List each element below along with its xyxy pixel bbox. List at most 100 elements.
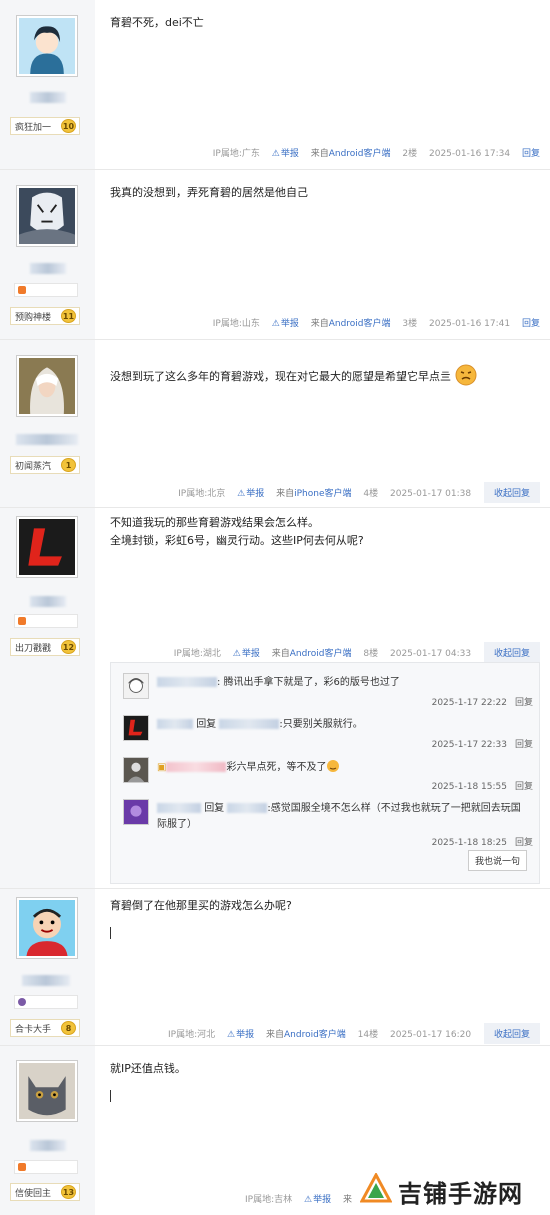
post-content: 育碧不死，dei不亡: [110, 14, 204, 32]
smug-face-emoji-icon: [327, 760, 340, 772]
sub-reply-time: 2025-1-17 22:33 回复: [431, 740, 533, 750]
content-line: 全境封锁，彩虹6号，幽灵行动。这些IP何去何从呢?: [110, 534, 364, 547]
tiger-warrior-avatar-icon: [19, 188, 75, 244]
level-title: 初闻蒸汽: [15, 462, 52, 472]
anime-girl-avatar-icon[interactable]: [123, 673, 149, 699]
ip-location: IP属地:湖北: [173, 649, 221, 659]
level-badge: 合卡大手 8: [10, 1019, 80, 1037]
angry-face-emoji-icon: [455, 364, 476, 386]
report-link[interactable]: ⚠举报: [272, 319, 299, 329]
avatar[interactable]: [16, 897, 78, 959]
sub-reply-link[interactable]: 回复: [515, 782, 533, 792]
game-controller-icon: [18, 286, 26, 294]
avatar[interactable]: [16, 1060, 78, 1122]
collapse-replies-button[interactable]: 收起回复: [483, 642, 540, 663]
author-panel: 初闻蒸汽 1: [0, 340, 95, 507]
fan-badge-icon: ▣: [157, 762, 167, 773]
collapse-replies-button[interactable]: 收起回复: [483, 482, 540, 503]
user-icons-row: [14, 1160, 78, 1174]
source-label: 来自Android客户端: [271, 649, 352, 659]
reply-link[interactable]: 回复: [522, 149, 540, 159]
content-line: 育碧倒了在他那里买的游戏怎么办呢?: [110, 899, 292, 912]
post-time: 2025-01-16 17:41: [429, 319, 511, 329]
username-blurred[interactable]: [166, 762, 227, 772]
post-content: 没想到玩了这么多年的育碧游戏，现在对它最大的愿望是希望它早点亖: [110, 364, 477, 386]
username-blurred[interactable]: [157, 677, 217, 687]
post-floor-3: 预购神楼 11 我真的没想到，弄死育碧的居然是他自己 IP属地:山东 ⚠举报 来…: [0, 170, 550, 340]
username-blurred[interactable]: [227, 803, 268, 813]
level-title: 预购神楼: [15, 313, 52, 323]
username-blurred[interactable]: [30, 92, 66, 103]
post-meta: IP属地:吉林 ⚠举报 来: [236, 1192, 352, 1205]
username-blurred[interactable]: [30, 1140, 66, 1151]
sub-reply-link[interactable]: 回复: [515, 698, 533, 708]
floor-number: 2楼: [402, 149, 418, 159]
source-label: 来自Android客户端: [310, 149, 391, 159]
medal-icon: [18, 998, 26, 1006]
floor-number: 14楼: [357, 1030, 379, 1040]
report-link[interactable]: ⚠举报: [233, 649, 260, 659]
post-content: 就IP还值点钱。: [110, 1060, 186, 1108]
content-line: 就IP还值点钱。: [110, 1062, 186, 1075]
sub-reply-link[interactable]: 回复: [515, 740, 533, 750]
red-l-logo-avatar-icon[interactable]: [123, 715, 149, 741]
level-badge: 初闻蒸汽 1: [10, 456, 80, 474]
post-time: 2025-01-17 01:38: [390, 489, 472, 499]
post-content: 不知道我玩的那些育碧游戏结果会怎么样。 全境封锁，彩虹6号，幽灵行动。这些IP何…: [110, 514, 364, 550]
username-blurred[interactable]: [30, 263, 66, 274]
author-panel: 预购神楼 11: [0, 170, 95, 339]
post-time: 2025-01-17 04:33: [390, 649, 472, 659]
level-badge: 信使回主 13: [10, 1183, 80, 1201]
report-link[interactable]: ⚠举报: [227, 1030, 254, 1040]
ip-location: IP属地:北京: [178, 489, 226, 499]
level-number: 8: [61, 1021, 76, 1035]
client-link[interactable]: Android客户端: [284, 1030, 346, 1040]
source-label: 来自iPhone客户端: [276, 489, 352, 499]
avatar[interactable]: [16, 355, 78, 417]
add-comment-button[interactable]: 我也说一句: [467, 850, 527, 871]
game-controller-icon: [18, 1163, 26, 1171]
site-logo-icon: [360, 1173, 392, 1203]
reply-link[interactable]: 回复: [522, 319, 540, 329]
ip-location: IP属地:河北: [168, 1030, 216, 1040]
grey-cat-avatar-icon: [19, 1063, 75, 1119]
source-label: 来自Android客户端: [265, 1030, 346, 1040]
post-time: 2025-01-17 16:20: [390, 1030, 472, 1040]
text-cursor: [110, 927, 111, 939]
avatar[interactable]: [16, 15, 78, 77]
level-badge: 出刀戳戳 12: [10, 638, 80, 656]
level-badge: 预购神楼 11: [10, 307, 80, 325]
post-meta: IP属地:河北 ⚠举报 来自Android客户端 14楼 2025-01-17 …: [159, 1023, 540, 1044]
knight-avatar-icon[interactable]: [123, 757, 149, 783]
collapse-replies-button[interactable]: 收起回复: [483, 1023, 540, 1044]
post-meta: IP属地:湖北 ⚠举报 来自Android客户端 8楼 2025-01-17 0…: [165, 642, 540, 663]
user-icons-row: [14, 283, 78, 297]
report-link[interactable]: ⚠举报: [237, 489, 264, 499]
post-floor-2: 疯狂加一 10 育碧不死，dei不亡 IP属地:广东 ⚠举报 来自Android…: [0, 0, 550, 170]
level-number: 1: [61, 458, 76, 472]
username-blurred[interactable]: [16, 434, 78, 445]
username-blurred[interactable]: [219, 719, 280, 729]
level-title: 出刀戳戳: [15, 644, 52, 654]
sub-reply-link[interactable]: 回复: [515, 838, 533, 848]
post-meta: IP属地:广东 ⚠举报 来自Android客户端 2楼 2025-01-16 1…: [204, 146, 540, 159]
avatar[interactable]: [16, 185, 78, 247]
client-link[interactable]: Android客户端: [329, 149, 391, 159]
purple-mascot-avatar-icon[interactable]: [123, 799, 149, 825]
user-icons-row: [14, 614, 78, 628]
veiled-woman-avatar-icon: [19, 358, 75, 414]
client-link[interactable]: iPhone客户端: [294, 489, 351, 499]
author-panel: 合卡大手 8: [0, 889, 95, 1045]
username-blurred[interactable]: [157, 719, 193, 729]
username-blurred[interactable]: [157, 803, 201, 813]
client-link[interactable]: Android客户端: [329, 319, 391, 329]
ip-location: IP属地:山东: [212, 319, 260, 329]
report-link[interactable]: ⚠举报: [304, 1195, 331, 1205]
client-link[interactable]: Android客户端: [290, 649, 352, 659]
avatar[interactable]: [16, 516, 78, 578]
report-link[interactable]: ⚠举报: [272, 149, 299, 159]
username-blurred[interactable]: [22, 975, 70, 986]
sub-reply-text: 回复 :只要别关服就行。: [157, 717, 527, 733]
username-blurred[interactable]: [30, 596, 66, 607]
post-time: 2025-01-16 17:34: [429, 149, 511, 159]
